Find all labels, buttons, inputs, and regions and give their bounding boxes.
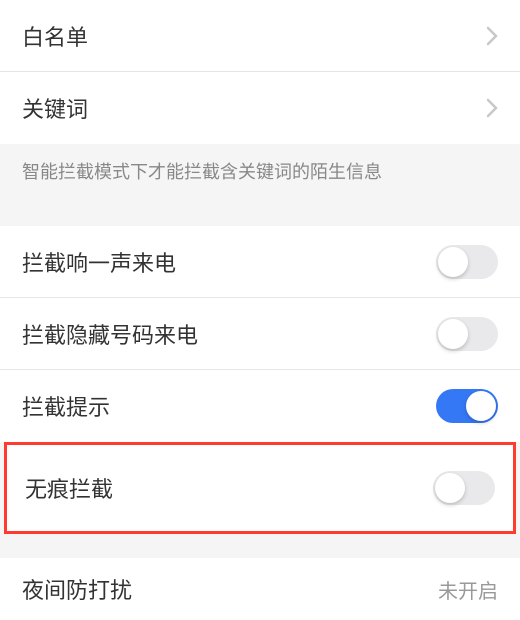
block-tip-label: 拦截提示 bbox=[22, 390, 110, 422]
keyword-hint-text: 智能拦截模式下才能拦截含关键词的陌生信息 bbox=[0, 144, 520, 202]
section-gap bbox=[0, 202, 520, 226]
block-tip-row: 拦截提示 bbox=[0, 370, 520, 442]
whitelist-row[interactable]: 白名单 bbox=[0, 0, 520, 72]
traceless-row: 无痕拦截 bbox=[7, 445, 513, 531]
toggle-knob bbox=[438, 319, 468, 349]
toggle-knob bbox=[438, 247, 468, 277]
hidden-number-toggle[interactable] bbox=[436, 317, 498, 351]
night-dnd-label: 夜间防打扰 bbox=[22, 573, 132, 605]
keyword-row[interactable]: 关键词 bbox=[0, 72, 520, 144]
traceless-toggle[interactable] bbox=[433, 471, 495, 505]
toggle-knob bbox=[466, 391, 496, 421]
section-gap bbox=[0, 534, 520, 558]
traceless-label: 无痕拦截 bbox=[25, 472, 113, 504]
night-dnd-row[interactable]: 夜间防打扰 未开启 bbox=[0, 558, 520, 620]
hidden-number-row: 拦截隐藏号码来电 bbox=[0, 298, 520, 370]
highlight-border: 无痕拦截 bbox=[4, 442, 516, 534]
one-ring-label: 拦截响一声来电 bbox=[22, 246, 176, 278]
night-dnd-value: 未开启 bbox=[438, 575, 498, 604]
block-tip-toggle[interactable] bbox=[436, 389, 498, 423]
toggle-knob bbox=[435, 473, 465, 503]
chevron-right-icon bbox=[486, 26, 498, 46]
one-ring-row: 拦截响一声来电 bbox=[0, 226, 520, 298]
hidden-number-label: 拦截隐藏号码来电 bbox=[22, 318, 198, 350]
one-ring-toggle[interactable] bbox=[436, 245, 498, 279]
keyword-label: 关键词 bbox=[22, 92, 88, 124]
chevron-right-icon bbox=[486, 98, 498, 118]
whitelist-label: 白名单 bbox=[22, 20, 88, 52]
